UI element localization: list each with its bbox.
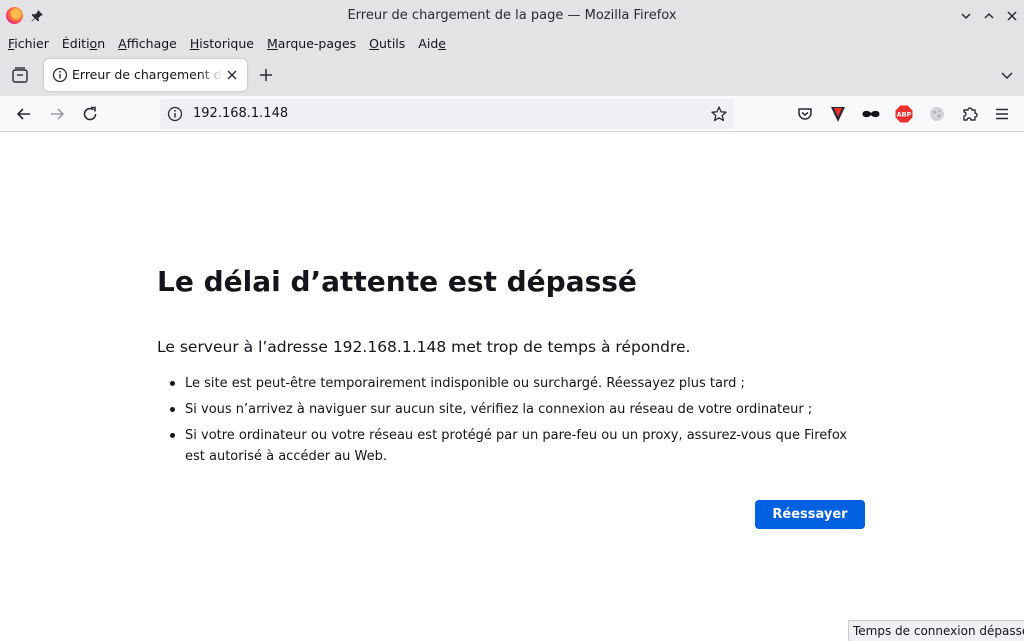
info-icon: [52, 67, 68, 83]
close-tab-icon[interactable]: [224, 67, 240, 83]
url-bar[interactable]: [160, 99, 734, 129]
menu-outils[interactable]: Outils: [369, 36, 405, 51]
tab-error-page[interactable]: Erreur de chargement de la page: [44, 59, 247, 91]
pocket-icon[interactable]: [795, 104, 815, 124]
list-item: Si vous n’arrivez à naviguer sur aucun s…: [167, 399, 867, 420]
error-suggestions-list: Le site est peut-être temporairement ind…: [167, 373, 867, 472]
list-item: Si votre ordinateur ou votre réseau est …: [167, 425, 867, 467]
error-title: Le délai d’attente est dépassé: [157, 265, 637, 298]
error-description: Le serveur à l’adresse 192.168.1.148 met…: [157, 338, 691, 356]
tab-title: Erreur de chargement de la page: [72, 67, 222, 82]
new-tab-button[interactable]: [257, 66, 275, 84]
incognito-glasses-icon[interactable]: [861, 104, 881, 124]
bookmark-star-icon[interactable]: [710, 105, 728, 123]
adblock-plus-icon[interactable]: ABP: [894, 104, 914, 124]
hamburger-menu-icon[interactable]: [992, 104, 1012, 124]
site-info-icon[interactable]: [167, 106, 183, 122]
retry-button[interactable]: Réessayer: [755, 500, 865, 529]
vivaldi-v-icon[interactable]: [828, 104, 848, 124]
list-item: Le site est peut-être temporairement ind…: [167, 373, 867, 394]
reload-button[interactable]: [80, 104, 100, 124]
menu-bar: Fichier Édition Affichage Historique Mar…: [0, 32, 1024, 54]
close-window-button[interactable]: [1003, 7, 1021, 25]
svg-text:ABP: ABP: [897, 111, 912, 119]
maximize-button[interactable]: [980, 7, 998, 25]
window-title: Erreur de chargement de la page — Mozill…: [347, 8, 677, 23]
extensions-puzzle-icon[interactable]: [960, 104, 980, 124]
menu-aide[interactable]: Aide: [418, 36, 446, 51]
navigation-toolbar: ABP: [0, 96, 1024, 132]
menu-historique[interactable]: Historique: [190, 36, 254, 51]
url-input[interactable]: [193, 106, 693, 121]
firefox-view-icon[interactable]: [10, 65, 30, 85]
menu-marque-pages[interactable]: Marque-pages: [267, 36, 356, 51]
tab-strip: Erreur de chargement de la page: [0, 54, 1024, 96]
back-button[interactable]: [14, 104, 34, 124]
error-page-content: Le délai d’attente est dépassé Le serveu…: [0, 133, 1024, 641]
list-all-tabs-button[interactable]: [998, 66, 1016, 84]
menu-fichier[interactable]: Fichier: [8, 36, 49, 51]
minimize-button[interactable]: [957, 7, 975, 25]
status-panel: Temps de connexion dépassé: [848, 620, 1024, 641]
cookie-icon[interactable]: [927, 104, 947, 124]
menu-edition[interactable]: Édition: [62, 36, 105, 51]
title-bar: Erreur de chargement de la page — Mozill…: [0, 0, 1024, 32]
forward-button[interactable]: [47, 104, 67, 124]
menu-affichage[interactable]: Affichage: [118, 36, 177, 51]
